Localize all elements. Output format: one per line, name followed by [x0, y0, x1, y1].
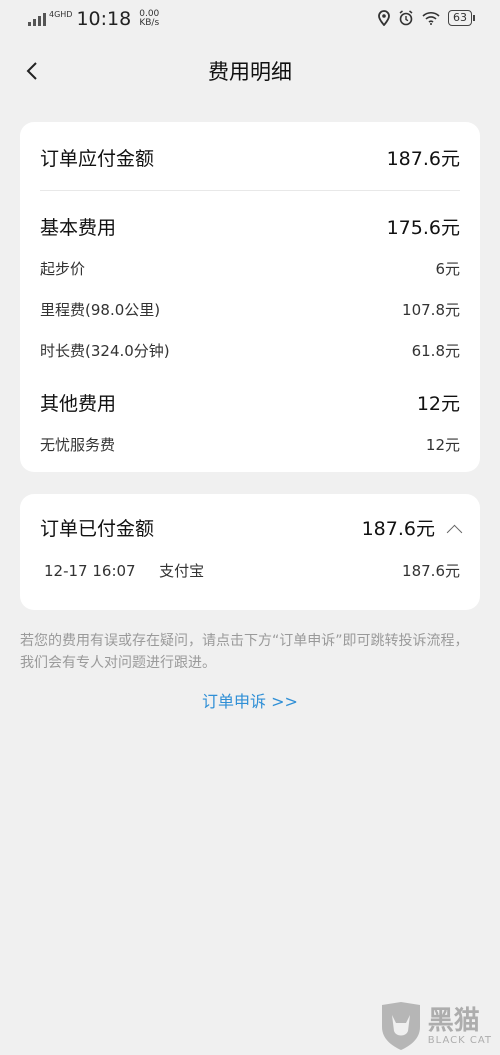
cat-shield-icon	[381, 1002, 420, 1050]
black-cat-watermark: 黑猫 BLACK CAT	[378, 1001, 492, 1051]
payment-datetime: 12-17 16:07	[44, 562, 136, 580]
status-bar: 4GHD 10:18 0.00 KB/s 63	[0, 0, 500, 38]
other-fee-label: 其他费用	[40, 393, 117, 415]
wifi-icon	[422, 12, 440, 25]
fee-item-amount: 12元	[425, 436, 460, 454]
basic-fee-label: 基本费用	[40, 217, 117, 239]
location-icon	[378, 10, 390, 26]
alarm-icon	[399, 10, 413, 26]
network-speed: 0.00 KB/s	[139, 9, 160, 28]
payable-amount: 187.6元	[386, 148, 460, 170]
fee-item-label: 起步价	[40, 260, 86, 278]
payable-label: 订单应付金额	[40, 148, 155, 170]
fee-item-row: 时长费(324.0分钟) 61.8元	[40, 340, 460, 361]
basic-fee-amount: 175.6元	[386, 217, 460, 239]
fee-detail-card: 订单应付金额 187.6元 基本费用 175.6元 起步价 6元 里程费(98.…	[20, 122, 480, 472]
fee-item-row: 起步价 6元	[40, 258, 460, 279]
fee-item-label: 里程费(98.0公里)	[40, 301, 161, 319]
signal-icon	[28, 12, 46, 26]
order-appeal-link[interactable]: 订单申诉 >>	[0, 688, 500, 712]
nav-bar: 费用明细	[0, 38, 500, 104]
divider	[40, 190, 460, 191]
paid-amount: 187.6元	[361, 518, 435, 540]
paid-label: 订单已付金额	[40, 518, 155, 540]
paid-card: 订单已付金额 187.6元 12-17 16:07 支付宝 187.6元	[20, 494, 480, 610]
basic-fee-row: 基本费用 175.6元	[40, 213, 460, 240]
watermark-main-text: 黑猫	[427, 1005, 480, 1036]
payment-method: 支付宝	[159, 562, 205, 580]
page-title: 费用明细	[208, 60, 292, 84]
fee-item-amount: 107.8元	[402, 301, 460, 319]
watermark-sub-text: BLACK CAT	[427, 1034, 492, 1046]
fee-item-label: 时长费(324.0分钟)	[40, 342, 170, 360]
fee-item-amount: 61.8元	[411, 342, 460, 360]
chevron-up-icon[interactable]	[446, 524, 463, 541]
fee-item-row: 无忧服务费 12元	[40, 434, 460, 455]
status-time: 10:18	[76, 8, 132, 30]
other-fee-row: 其他费用 12元	[40, 389, 460, 416]
network-type: 4GHD	[49, 10, 73, 19]
other-fee-amount: 12元	[416, 393, 460, 415]
payment-record: 12-17 16:07 支付宝 187.6元	[44, 560, 460, 581]
fee-item-row: 里程费(98.0公里) 107.8元	[40, 299, 460, 320]
appeal-note: 若您的费用有误或存在疑问，请点击下方“订单申诉”即可跳转投诉流程，我们会有专人对…	[20, 633, 469, 671]
battery-indicator: 63	[448, 10, 475, 26]
payment-amount: 187.6元	[402, 562, 460, 580]
fee-item-amount: 6元	[435, 260, 460, 278]
paid-header[interactable]: 订单已付金额 187.6元	[40, 514, 463, 541]
fee-item-label: 无忧服务费	[40, 436, 116, 454]
payable-row: 订单应付金额 187.6元	[40, 144, 460, 171]
